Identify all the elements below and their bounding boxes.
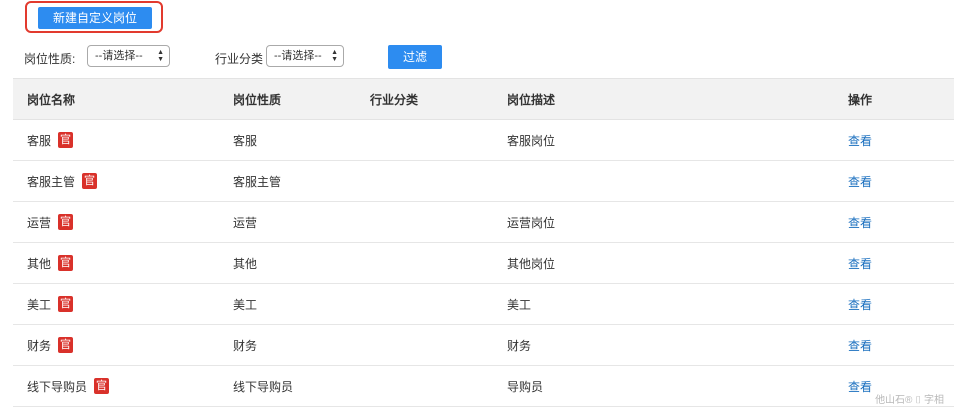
position-name-cell: 美工官 xyxy=(27,284,74,324)
position-name: 其他 xyxy=(27,256,52,271)
position-nature: 客服 xyxy=(233,133,258,148)
position-name-cell: 其他官 xyxy=(27,243,74,283)
description: 美工 xyxy=(507,297,532,312)
table-row: 客服官 客服 客服岗位 查看 xyxy=(13,120,954,161)
positions-table: 岗位名称 岗位性质 行业分类 岗位描述 操作 客服官 客服 客服岗位 查看 客服… xyxy=(13,78,954,407)
position-nature: 其他 xyxy=(233,256,258,271)
official-badge: 官 xyxy=(58,132,74,148)
official-badge: 官 xyxy=(58,214,74,230)
header-action: 操作 xyxy=(848,92,873,107)
position-name-cell: 客服官 xyxy=(27,120,74,160)
watermark: 他山石® ⌷ 字相 xyxy=(875,395,944,406)
position-nature: 财务 xyxy=(233,338,258,353)
description: 其他岗位 xyxy=(507,256,556,271)
position-nature: 运营 xyxy=(233,215,258,230)
position-name-cell: 客服主管官 xyxy=(27,161,98,201)
select-arrows-icon: ▲ ▼ xyxy=(157,49,164,63)
view-link[interactable]: 查看 xyxy=(848,202,872,242)
toolbar-area: 新建自定义岗位 岗位性质: --请选择-- ▲ ▼ 行业分类 --请选择-- ▲ ▼… xyxy=(0,0,954,78)
description: 导购员 xyxy=(507,379,544,394)
description: 运营岗位 xyxy=(507,215,556,230)
nature-select-value: --请选择-- xyxy=(95,50,143,62)
official-badge: 官 xyxy=(58,296,74,312)
header-position-nature: 岗位性质 xyxy=(233,92,282,107)
official-badge: 官 xyxy=(58,255,74,271)
position-name: 客服 xyxy=(27,133,52,148)
view-link[interactable]: 查看 xyxy=(848,284,872,324)
official-badge: 官 xyxy=(94,378,110,394)
position-name: 财务 xyxy=(27,338,52,353)
position-name-cell: 财务官 xyxy=(27,325,74,365)
position-name: 美工 xyxy=(27,297,52,312)
position-nature: 客服主管 xyxy=(233,174,282,189)
new-custom-position-button[interactable]: 新建自定义岗位 xyxy=(38,7,152,29)
description: 财务 xyxy=(507,338,532,353)
official-badge: 官 xyxy=(82,173,98,189)
header-position-name: 岗位名称 xyxy=(27,92,76,107)
view-link[interactable]: 查看 xyxy=(848,243,872,283)
industry-select[interactable]: --请选择-- ▲ ▼ xyxy=(266,45,344,67)
table-row: 美工官 美工 美工 查看 xyxy=(13,284,954,325)
position-name-cell: 运营官 xyxy=(27,202,74,242)
table-row: 运营官 运营 运营岗位 查看 xyxy=(13,202,954,243)
table-header: 岗位名称 岗位性质 行业分类 岗位描述 操作 xyxy=(13,78,954,120)
industry-filter-label: 行业分类 xyxy=(215,52,264,66)
table-row: 客服主管官 客服主管 查看 xyxy=(13,161,954,202)
header-description: 岗位描述 xyxy=(507,92,556,107)
industry-select-value: --请选择-- xyxy=(274,50,322,62)
nature-select[interactable]: --请选择-- ▲ ▼ xyxy=(87,45,170,67)
official-badge: 官 xyxy=(58,337,74,353)
table-row: 财务官 财务 财务 查看 xyxy=(13,325,954,366)
table-row: 其他官 其他 其他岗位 查看 xyxy=(13,243,954,284)
position-nature: 线下导购员 xyxy=(233,379,294,394)
position-name: 运营 xyxy=(27,215,52,230)
view-link[interactable]: 查看 xyxy=(848,325,872,365)
view-link[interactable]: 查看 xyxy=(848,366,872,406)
header-industry: 行业分类 xyxy=(370,92,419,107)
table-row: 线下导购员官 线下导购员 导购员 查看 xyxy=(13,366,954,407)
position-name-cell: 线下导购员官 xyxy=(27,366,110,406)
nature-filter-label: 岗位性质: xyxy=(24,52,76,66)
description: 客服岗位 xyxy=(507,133,556,148)
position-name: 线下导购员 xyxy=(27,379,88,394)
select-arrows-icon: ▲ ▼ xyxy=(331,49,338,63)
view-link[interactable]: 查看 xyxy=(848,161,872,201)
view-link[interactable]: 查看 xyxy=(848,120,872,160)
filter-button[interactable]: 过滤 xyxy=(388,45,442,69)
position-nature: 美工 xyxy=(233,297,258,312)
position-name: 客服主管 xyxy=(27,174,76,189)
